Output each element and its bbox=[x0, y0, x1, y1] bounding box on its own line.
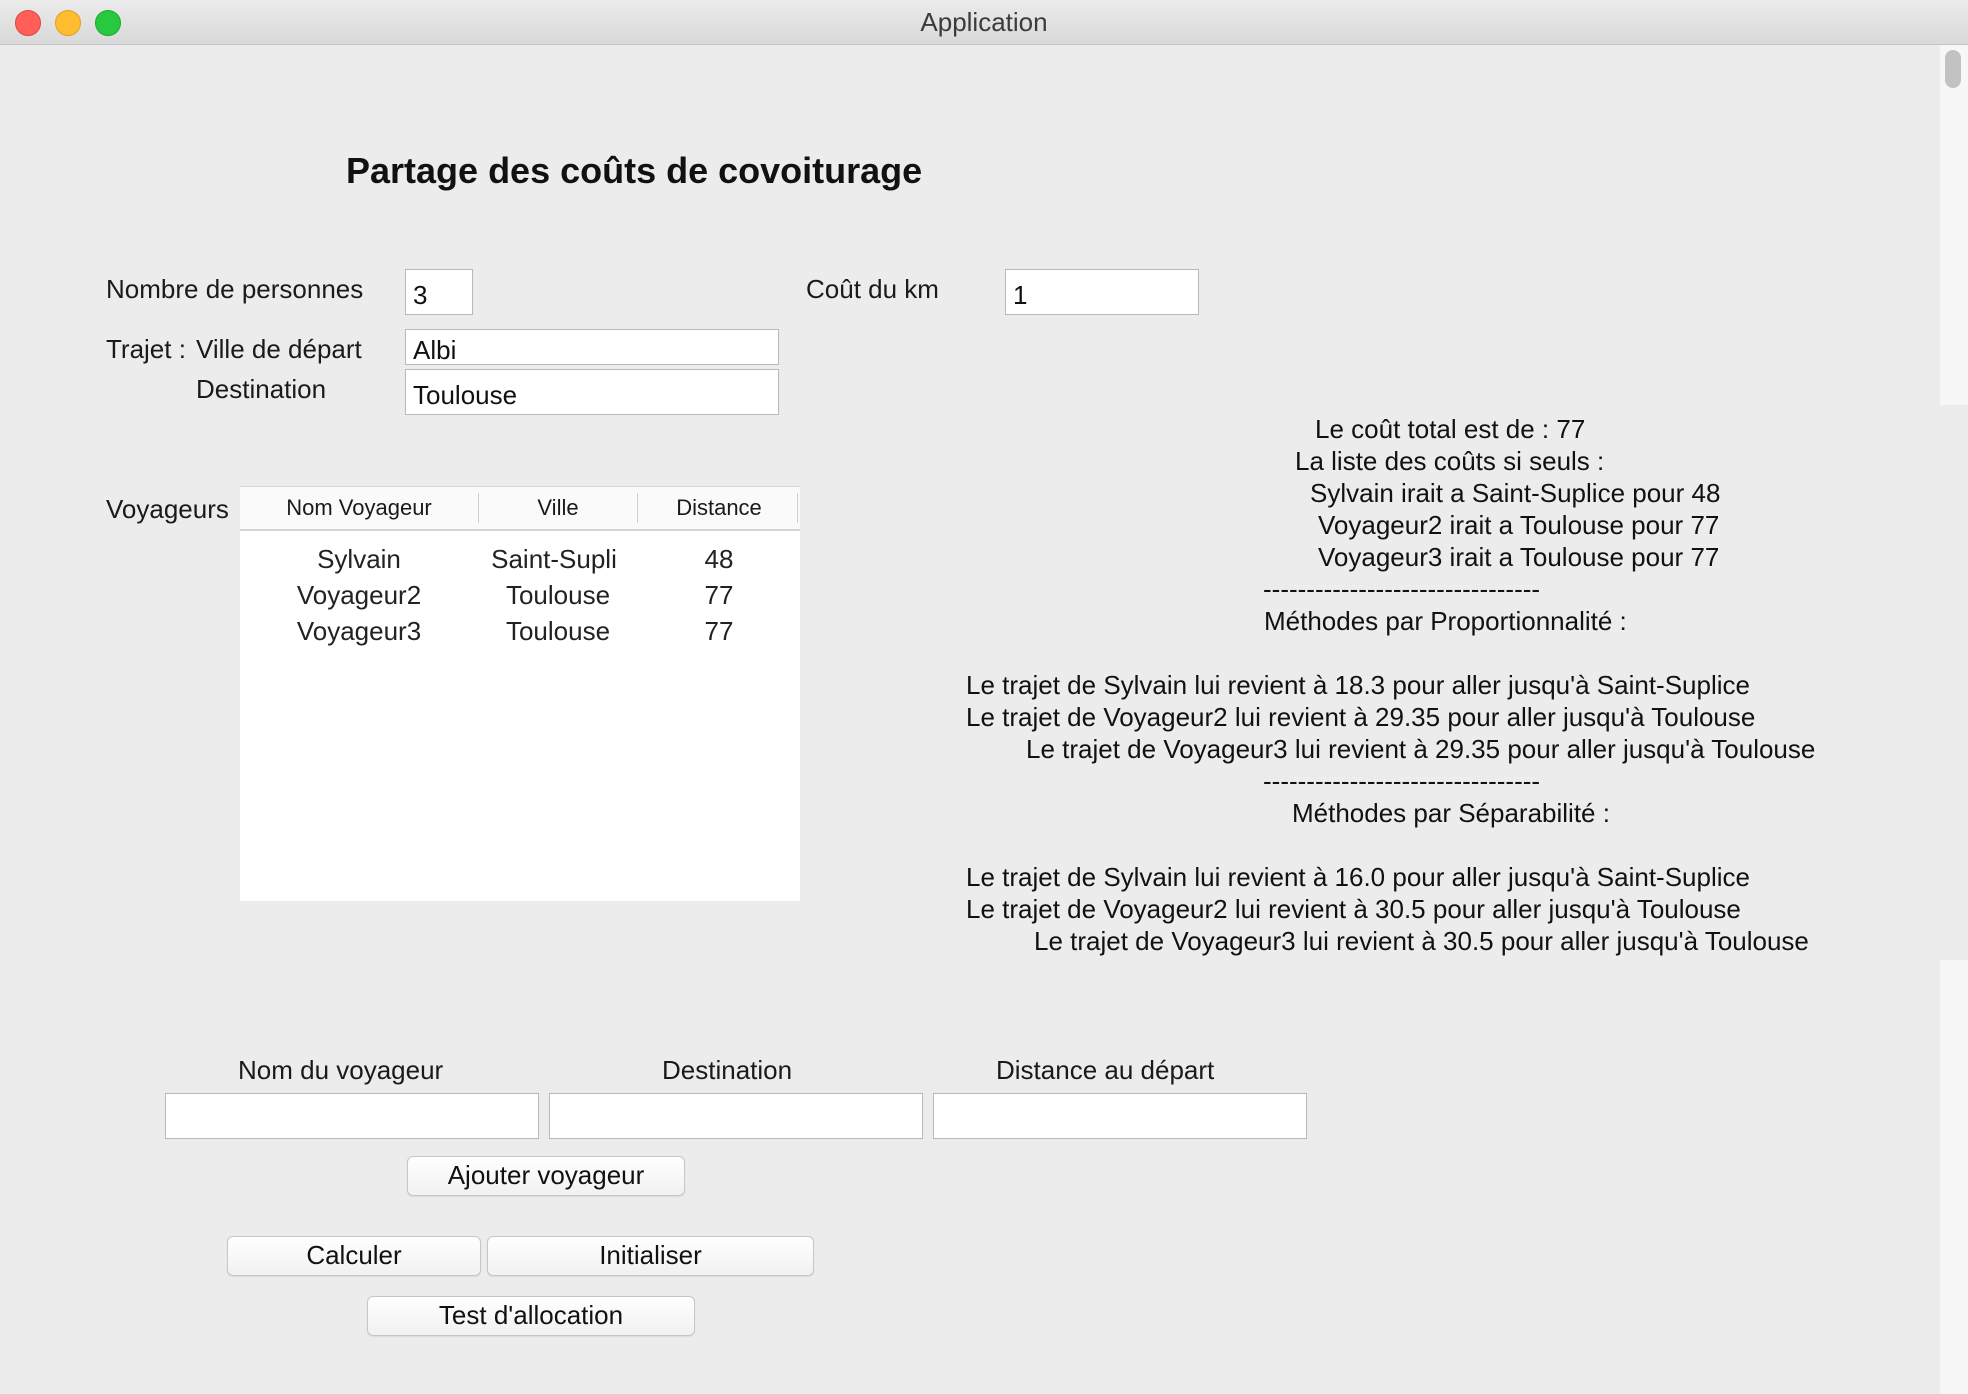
result-section-title: Méthodes par Séparabilité : bbox=[1292, 798, 1610, 828]
scrollbar-track[interactable] bbox=[1940, 45, 1968, 405]
cout-km-label: Coût du km bbox=[806, 274, 939, 304]
table-header: Nom Voyageur Ville Distance bbox=[240, 486, 800, 531]
app-window: Application Partage des coûts de covoitu… bbox=[0, 0, 1968, 1394]
ajouter-voyageur-button[interactable]: Ajouter voyageur bbox=[407, 1156, 685, 1196]
column-header-nom[interactable]: Nom Voyageur bbox=[240, 487, 478, 529]
result-line: La liste des coûts si seuls : bbox=[1295, 446, 1605, 476]
cell-distance: 77 bbox=[704, 580, 734, 610]
result-line: Le coût total est de : 77 bbox=[1315, 414, 1586, 444]
trajet-label: Trajet : bbox=[106, 334, 186, 364]
page-title: Partage des coûts de covoiturage bbox=[346, 150, 923, 191]
cell-distance: 48 bbox=[704, 544, 734, 574]
scrollbar-track-lower bbox=[1940, 960, 1968, 1394]
cell-distance: 77 bbox=[704, 616, 734, 646]
add-destination-input[interactable] bbox=[549, 1093, 923, 1139]
result-line: Le trajet de Voyageur3 lui revient à 30.… bbox=[1034, 926, 1809, 956]
column-header-distance[interactable]: Distance bbox=[638, 487, 800, 529]
voyageurs-label: Voyageurs bbox=[106, 494, 229, 524]
scrollbar-thumb[interactable] bbox=[1945, 50, 1961, 88]
cell-nom: Voyageur3 bbox=[296, 616, 422, 646]
cell-nom: Sylvain bbox=[317, 544, 401, 574]
cell-ville: Toulouse bbox=[505, 616, 611, 646]
result-line: Le trajet de Voyageur3 lui revient à 29.… bbox=[1026, 734, 1816, 764]
result-line: Voyageur2 irait a Toulouse pour 77 bbox=[1318, 510, 1720, 540]
nom-voyageur-label: Nom du voyageur bbox=[238, 1055, 444, 1085]
ville-depart-input[interactable] bbox=[405, 329, 779, 365]
add-destination-label: Destination bbox=[662, 1055, 793, 1085]
cell-nom: Voyageur2 bbox=[296, 580, 422, 610]
cell-ville: Toulouse bbox=[505, 580, 611, 610]
cell-ville: Saint-Supli bbox=[491, 544, 617, 574]
result-line: Le trajet de Voyageur2 lui revient à 29.… bbox=[966, 702, 1756, 732]
nom-voyageur-input[interactable] bbox=[165, 1093, 539, 1139]
nb-personnes-input[interactable] bbox=[405, 269, 473, 315]
destination-label: Destination bbox=[196, 374, 327, 404]
result-line: Le trajet de Sylvain lui revient à 16.0 … bbox=[966, 862, 1750, 892]
result-separator: -------------------------------- bbox=[1263, 766, 1541, 796]
column-divider bbox=[797, 493, 798, 523]
result-section-title: Méthodes par Proportionnalité : bbox=[1264, 606, 1627, 636]
cout-km-input[interactable] bbox=[1005, 269, 1199, 315]
distance-depart-label: Distance au départ bbox=[996, 1055, 1215, 1085]
result-separator: -------------------------------- bbox=[1263, 574, 1541, 604]
nb-personnes-label: Nombre de personnes bbox=[106, 274, 364, 304]
voyageurs-table[interactable]: Nom Voyageur Ville Distance Sylvain Sain… bbox=[240, 486, 800, 901]
column-header-ville[interactable]: Ville bbox=[479, 487, 637, 529]
test-allocation-button[interactable]: Test d'allocation bbox=[367, 1296, 695, 1336]
initialiser-button[interactable]: Initialiser bbox=[487, 1236, 814, 1276]
calculer-button[interactable]: Calculer bbox=[227, 1236, 481, 1276]
distance-depart-input[interactable] bbox=[933, 1093, 1307, 1139]
ville-depart-label: Ville de départ bbox=[196, 334, 362, 364]
title-bar[interactable]: Application bbox=[0, 0, 1968, 45]
result-line: Sylvain irait a Saint-Suplice pour 48 bbox=[1310, 478, 1721, 508]
destination-input[interactable] bbox=[405, 369, 779, 415]
result-line: Le trajet de Voyageur2 lui revient à 30.… bbox=[966, 894, 1741, 924]
result-line: Le trajet de Sylvain lui revient à 18.3 … bbox=[966, 670, 1750, 700]
window-title: Application bbox=[920, 7, 1048, 37]
result-line: Voyageur3 irait a Toulouse pour 77 bbox=[1318, 542, 1720, 572]
